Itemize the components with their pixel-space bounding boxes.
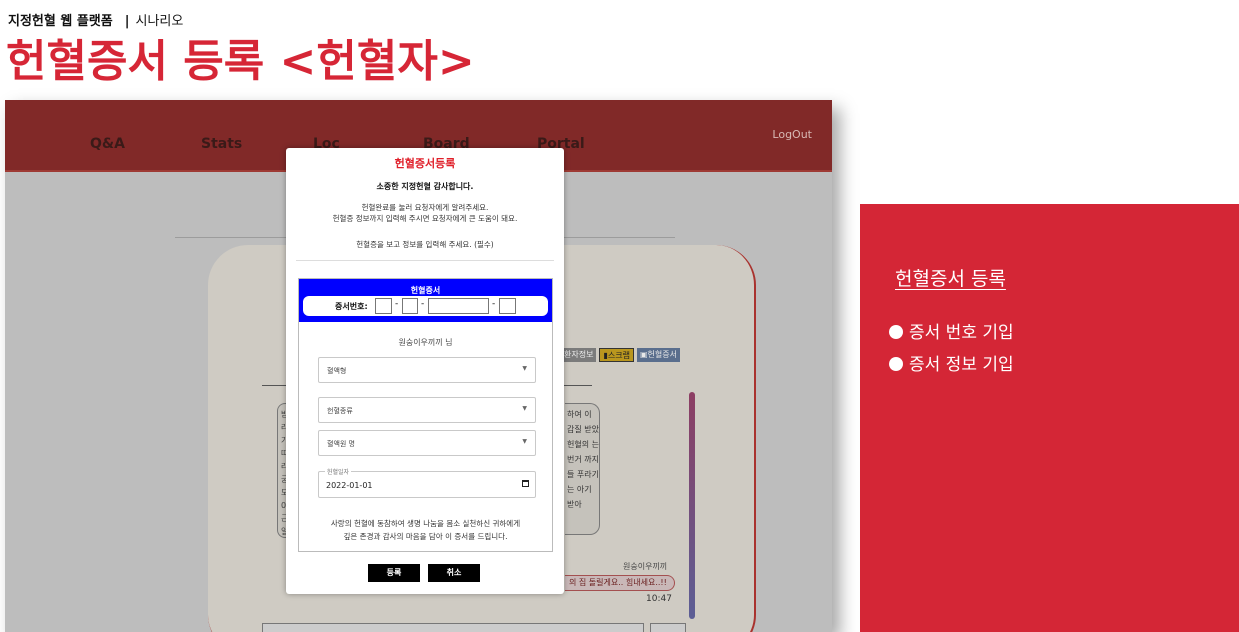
certificate-footer-line1: 사랑의 헌혈에 동참하여 생명 나눔을 몸소 실천하신 귀하에게 bbox=[330, 519, 521, 528]
chat-bubble-right: 하여 이 갑질 받았 헌혈의 는 번거 까지 들 푸라기 는 아기 받아 bbox=[565, 403, 600, 535]
panel-item: 증서 정보 기입 bbox=[889, 350, 1014, 375]
certificate-header: 헌혈증서 증서번호: - - - bbox=[299, 279, 552, 322]
certificate-number-label: 증서번호: bbox=[335, 302, 368, 311]
nav-item-qa[interactable]: Q&A bbox=[90, 136, 125, 152]
message-sender: 원숭이우끼끼 bbox=[623, 562, 668, 571]
chat-actions: 환자정보 ▮스크랩 ▣헌혈증서 bbox=[561, 348, 680, 362]
panel-item-label: 증서 번호 기입 bbox=[909, 323, 1014, 343]
scrap-button[interactable]: ▮스크랩 bbox=[599, 348, 634, 362]
modal-required-note: 헌혈증을 보고 정보를 입력해 주세요. (필수) bbox=[356, 240, 494, 249]
bullet-icon bbox=[889, 325, 903, 339]
donation-date-field[interactable]: 헌혈일자 2022-01-01 bbox=[318, 467, 536, 498]
chevron-down-icon: ▼ bbox=[522, 365, 527, 372]
scenario-slide: 지정헌혈 웹 플랫폼 | 시나리오 헌혈증서 등록 <헌혈자> Q&A Stats … bbox=[0, 0, 1239, 632]
certificate-form: 헌혈증서 증서번호: - - - 원숭이우끼끼 님 혈액형 ▼ 헌혈종류 ▼ 혈… bbox=[298, 278, 553, 552]
breadcrumb-section: 시나리오 bbox=[135, 14, 184, 29]
calendar-icon[interactable] bbox=[522, 480, 529, 487]
cert-number-part3-input[interactable] bbox=[428, 298, 489, 314]
modal-desc-line1: 헌혈완료를 눌러 요청자에게 알려주세요. bbox=[361, 203, 489, 212]
cert-number-part1-input[interactable] bbox=[375, 298, 392, 314]
certificate-footer: 사랑의 헌혈에 동참하여 생명 나눔을 몸소 실천하신 귀하에게 깊은 존경과 … bbox=[299, 517, 552, 543]
donation-type-select[interactable]: 헌혈종류 ▼ bbox=[318, 397, 536, 423]
chevron-down-icon: ▼ bbox=[522, 438, 527, 445]
breadcrumb: 지정헌혈 웹 플랫폼 | 시나리오 bbox=[8, 10, 183, 29]
donation-type-placeholder: 헌혈종류 bbox=[327, 407, 353, 415]
scrap-label: 스크랩 bbox=[607, 351, 630, 360]
donation-date-value: 2022-01-01 bbox=[326, 481, 373, 490]
cert-number-part2-input[interactable] bbox=[402, 298, 418, 314]
description-panel: 헌혈증서 등록 증서 번호 기입 증서 정보 기입 bbox=[860, 204, 1239, 632]
breadcrumb-separator: | bbox=[124, 14, 130, 29]
certificate-footer-line2: 깊은 존경과 감사의 마음을 담아 이 증서를 드립니다. bbox=[343, 532, 508, 541]
modal-thanks: 소중한 지정헌혈 감사합니다. bbox=[376, 182, 474, 191]
cancel-button[interactable]: 취소 bbox=[428, 564, 480, 582]
blood-center-placeholder: 혈액원 명 bbox=[327, 440, 355, 448]
panel-title: 헌혈증서 등록 bbox=[895, 268, 1006, 290]
logout-link[interactable]: LogOut bbox=[772, 128, 812, 141]
dash-1: - bbox=[395, 299, 399, 309]
panel-item: 증서 번호 기입 bbox=[889, 318, 1014, 343]
certificate-modal: 헌혈증서등록 소중한 지정헌혈 감사합니다. 헌혈완료를 눌러 요청자에게 알려… bbox=[286, 148, 564, 594]
message-bubble: 의 집 돌릴게요.. 힘내세요..!! bbox=[565, 575, 675, 591]
blood-type-select[interactable]: 혈액형 ▼ bbox=[318, 357, 536, 383]
patient-info-button[interactable]: 환자정보 bbox=[561, 348, 597, 362]
bullet-icon bbox=[889, 357, 903, 371]
register-button[interactable]: 등록 bbox=[368, 564, 420, 582]
blood-center-select[interactable]: 혈액원 명 ▼ bbox=[318, 430, 536, 456]
certificate-label: 헌혈증서 bbox=[647, 350, 677, 359]
modal-divider bbox=[296, 260, 554, 261]
panel-item-label: 증서 정보 기입 bbox=[909, 355, 1014, 375]
modal-description: 헌혈완료를 눌러 요청자에게 알려주세요. 헌혈증 정보까지 입력해 주시면 요… bbox=[286, 202, 564, 224]
certificate-number-row: 증서번호: - - - bbox=[303, 296, 548, 316]
chat-scrollbar[interactable] bbox=[689, 392, 695, 619]
blood-type-placeholder: 혈액형 bbox=[327, 367, 347, 375]
modal-desc-line2: 헌혈증 정보까지 입력해 주시면 요청자에게 큰 도움이 돼요. bbox=[332, 214, 518, 223]
donation-date-label: 헌혈일자 bbox=[325, 467, 352, 476]
chat-input[interactable] bbox=[262, 623, 644, 632]
modal-title: 헌혈증서등록 bbox=[394, 157, 456, 170]
chat-send-button[interactable] bbox=[650, 623, 686, 632]
dash-3: - bbox=[492, 299, 496, 309]
certificate-owner: 원숭이우끼끼 님 bbox=[398, 338, 453, 347]
certificate-button[interactable]: ▣헌혈증서 bbox=[636, 348, 680, 362]
certificate-title: 헌혈증서 bbox=[410, 286, 441, 295]
page-title: 헌혈증서 등록 <헌혈자> bbox=[6, 36, 475, 87]
chevron-down-icon: ▼ bbox=[522, 405, 527, 412]
dash-2: - bbox=[421, 299, 425, 309]
nav-item-stats[interactable]: Stats bbox=[201, 136, 242, 152]
breadcrumb-platform: 지정헌혈 웹 플랫폼 bbox=[8, 14, 113, 29]
cert-number-part4-input[interactable] bbox=[499, 298, 516, 314]
message-time: 10:47 bbox=[646, 594, 672, 604]
